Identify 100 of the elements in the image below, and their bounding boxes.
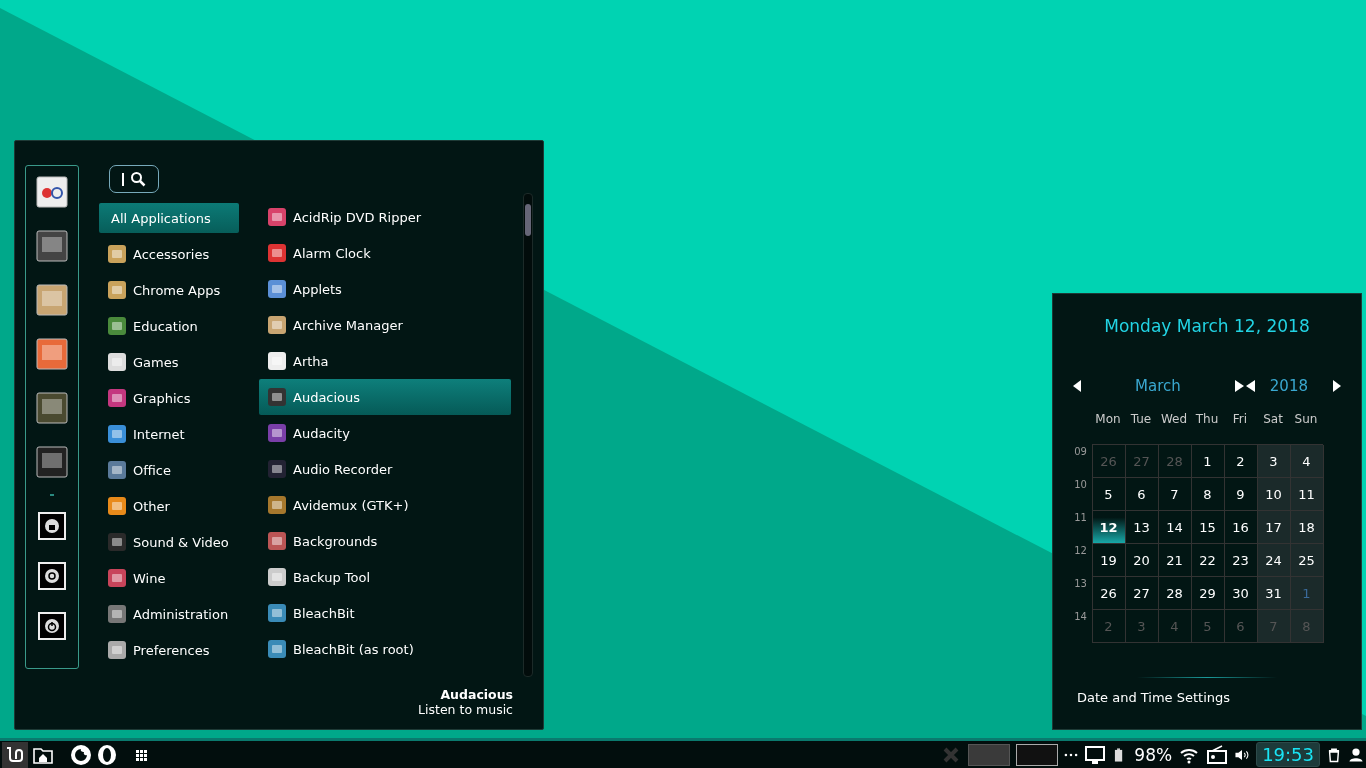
application-item[interactable]: BleachBit (as root) [259,631,511,667]
application-item[interactable]: Archive Manager [259,307,511,343]
calendar-day[interactable]: 16 [1224,511,1258,544]
lock-icon[interactable] [38,512,66,540]
category-icon [107,460,127,480]
application-item[interactable]: Alarm Clock [259,235,511,271]
calendar-day[interactable]: 3 [1257,445,1291,478]
category-item[interactable]: Other [99,488,239,524]
weekday-label: Sat [1263,412,1283,426]
category-icon [107,640,127,660]
application-icon [267,495,287,515]
radio-icon[interactable] [1206,743,1229,766]
application-icon [267,315,287,335]
category-item[interactable]: Office [99,452,239,488]
category-item[interactable]: Graphics [99,380,239,416]
calendar-day[interactable]: 21 [1158,544,1192,577]
application-icon [267,207,287,227]
calendar-day[interactable]: 25 [1290,544,1324,577]
category-icon [107,568,127,588]
weekday-label: Wed [1160,412,1188,426]
category-item[interactable]: Games [99,344,239,380]
application-item[interactable]: Avidemux (GTK+) [259,487,511,523]
calendar-day[interactable]: 11 [1290,478,1324,511]
category-icon [107,388,127,408]
category-item[interactable]: Administration [99,596,239,632]
calendar-day[interactable]: 6 [1125,478,1159,511]
workspace-thumbnail[interactable] [968,743,1011,766]
calendar-day[interactable]: 27 [1125,577,1159,610]
category-item[interactable]: All Applications [99,203,239,233]
calendar-day[interactable]: 10 [1257,478,1291,511]
calendar-day[interactable]: 28 [1158,577,1192,610]
calendar-day[interactable]: 26 [1092,577,1126,610]
category-icon [107,280,127,300]
calendar-day[interactable]: 1 [1191,445,1225,478]
application-icon [267,351,287,371]
weekday-label: Mon [1095,412,1121,426]
application-icon [267,279,287,299]
application-item[interactable]: AcidRip DVD Ripper [259,199,511,235]
calendar-day[interactable]: 9 [1224,478,1258,511]
power-icon[interactable] [38,612,66,640]
week-number: 11 [1074,512,1087,523]
calendar-day[interactable]: 23 [1224,544,1258,577]
application-item[interactable]: Audacious [259,379,511,415]
category-item[interactable]: Internet [99,416,239,452]
app-description: Listen to music [418,702,513,717]
application-item[interactable]: Audio Recorder [259,451,511,487]
calendar-day[interactable]: 31 [1257,577,1291,610]
category-icon [107,244,127,264]
week-number: 09 [1074,446,1087,457]
calendar-day[interactable]: 19 [1092,544,1126,577]
calendar-day[interactable]: 30 [1224,577,1258,610]
category-item[interactable]: Education [99,308,239,344]
search-field[interactable] [109,165,159,193]
category-item[interactable]: Preferences [99,632,239,668]
application-icon [267,423,287,443]
next-previous-year-icon[interactable] [1233,379,1256,393]
workspace-thumbnail[interactable] [1016,743,1059,766]
date-title: Monday March 12, 2018 [1104,316,1310,336]
scrollbar[interactable] [523,193,533,677]
category-item[interactable]: Wine [99,560,239,596]
calendar-day[interactable]: 29 [1191,577,1225,610]
application-item[interactable]: Audacity [259,415,511,451]
clock[interactable]: 19:53 [1256,742,1320,767]
weekday-label: Tue [1130,412,1152,426]
calendar-day[interactable]: 17 [1257,511,1291,544]
category-item[interactable]: Chrome Apps [99,272,239,308]
previous-month-icon[interactable] [1072,379,1082,393]
application-item[interactable]: BleachBit [259,595,511,631]
calendar-day[interactable]: 2 [1224,445,1258,478]
calendar-day[interactable]: 12 [1092,511,1126,544]
application-icon [267,531,287,551]
display-sleep-icon[interactable] [1084,743,1107,766]
app-name: Audacious [439,687,513,702]
calendar-day[interactable]: 14 [1158,511,1192,544]
calendar-day[interactable]: 8 [1191,478,1225,511]
weekday-label: Thu [1195,412,1219,426]
category-icon [107,352,127,372]
calendar-day[interactable]: 15 [1191,511,1225,544]
application-icon [267,603,287,623]
calendar-day[interactable]: 24 [1257,544,1291,577]
application-item[interactable]: Backgrounds [259,523,511,559]
settings-link[interactable]: Date and Time Settings [1077,690,1231,705]
category-icon [107,316,127,336]
calendar-day[interactable]: 7 [1158,478,1192,511]
calendar-day[interactable]: 18 [1290,511,1324,544]
category-item[interactable]: Sound & Video [99,524,239,560]
application-item[interactable]: Backup Tool [259,559,511,595]
category-item[interactable]: Accessories [99,236,239,272]
year-label: 2018 [1269,377,1308,395]
search-icon [130,171,146,187]
next-year-icon[interactable] [1332,379,1342,393]
calendar-day[interactable]: 13 [1125,511,1159,544]
calendar-day[interactable]: 20 [1125,544,1159,577]
calendar-day[interactable]: 22 [1191,544,1225,577]
application-item[interactable]: Artha [259,343,511,379]
calendar-day[interactable]: 4 [1290,445,1324,478]
application-item[interactable]: Applets [259,271,511,307]
mint-logo-icon[interactable] [2,741,28,768]
week-number: 10 [1074,479,1087,490]
week-number: 12 [1074,545,1087,556]
